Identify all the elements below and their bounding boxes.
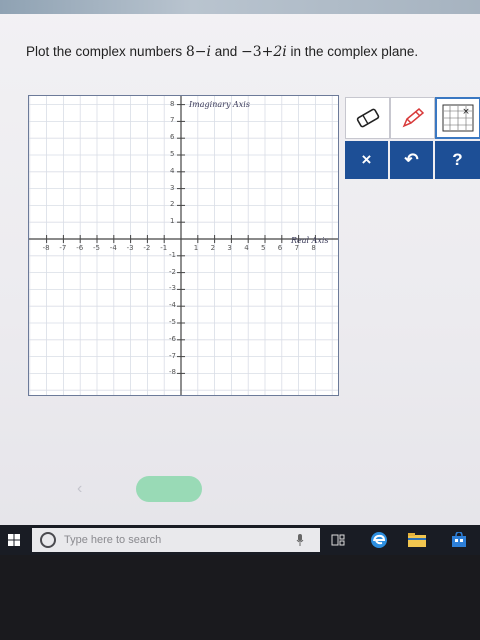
y-tick-label: -7 (169, 351, 176, 360)
x-tick-label: -3 (126, 244, 134, 252)
y-tick-label: 5 (170, 150, 175, 158)
microphone-icon[interactable] (292, 525, 308, 555)
clear-button[interactable]: × (345, 141, 388, 179)
y-tick-label: -4 (169, 301, 176, 310)
y-tick-label: 4 (170, 166, 175, 175)
windows-logo-icon (8, 534, 20, 546)
y-tick-label: 8 (170, 99, 175, 108)
point-plot-icon: × (442, 104, 474, 132)
help-button[interactable]: ? (435, 141, 480, 179)
x-tick-label: -2 (143, 244, 151, 252)
x-tick-label: 1 (193, 244, 199, 252)
pencil-tool[interactable] (390, 97, 435, 139)
y-tick-label: -8 (169, 368, 176, 377)
file-explorer-icon[interactable] (406, 525, 428, 555)
undo-button[interactable]: ↶ (390, 141, 433, 179)
start-button[interactable] (2, 525, 26, 555)
x-tick-label: 3 (227, 244, 232, 252)
x-tick-label: 8 (311, 244, 316, 252)
x-tick-label: -6 (76, 244, 84, 252)
y-tick-label: 3 (170, 183, 175, 192)
cortana-icon (40, 532, 56, 548)
eraser-tool[interactable] (345, 97, 390, 139)
x-tick-label: 2 (210, 244, 216, 252)
y-tick-label: -1 (169, 250, 176, 259)
y-tick-label: -2 (169, 267, 176, 276)
taskbar-search[interactable]: Type here to search (32, 528, 320, 552)
x-tick-label: 4 (244, 244, 249, 252)
close-icon: × (361, 150, 372, 169)
top-strip (0, 0, 480, 14)
x-tick-label: 6 (277, 244, 283, 252)
y-tick-label: -6 (169, 334, 176, 343)
back-arrow-icon[interactable]: ‹ (77, 480, 82, 498)
x-tick-label: -1 (160, 244, 168, 252)
next-button[interactable] (136, 476, 202, 502)
undo-icon: ↶ (404, 150, 419, 169)
graph-toolbar: × × ↶ ? (345, 97, 480, 179)
task-view-icon[interactable] (328, 525, 348, 555)
eraser-icon (356, 108, 379, 128)
help-icon: ? (452, 150, 463, 169)
x-tick-label: -4 (109, 244, 117, 252)
point-plot-tool[interactable]: × (435, 97, 480, 139)
svg-text:×: × (462, 107, 470, 117)
x-tick-label: -7 (59, 244, 67, 252)
y-tick-label: 6 (170, 133, 175, 142)
y-tick-label: -3 (169, 284, 176, 293)
question-text: Plot the complex numbers 8−i and −3+2i i… (26, 44, 419, 60)
x-tick-label: 5 (261, 244, 266, 252)
y-tick-label: 1 (170, 217, 175, 226)
store-icon[interactable] (448, 525, 470, 555)
windows-taskbar: Type here to search (0, 525, 480, 555)
search-placeholder: Type here to search (64, 534, 162, 546)
x-tick-label: 7 (294, 244, 300, 252)
y-tick-label: 2 (170, 200, 175, 209)
y-tick-label: -5 (169, 318, 176, 326)
browser-viewport: Plot the complex numbers 8−i and −3+2i i… (0, 0, 480, 525)
y-tick-label: 7 (170, 116, 175, 125)
x-tick-label: -8 (42, 244, 50, 252)
complex-plane-graph[interactable]: Imaginary Axis Real Axis -8 -7 -6 -5 -4 -3 -2-… (28, 95, 339, 396)
x-tick-label: -5 (93, 244, 100, 252)
pencil-icon (402, 107, 424, 128)
edge-browser-icon[interactable] (368, 525, 390, 555)
imaginary-axis-label: Imaginary Axis (189, 100, 250, 109)
